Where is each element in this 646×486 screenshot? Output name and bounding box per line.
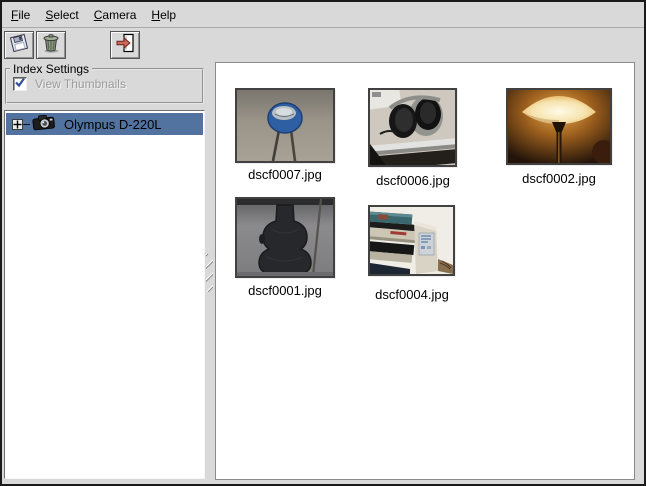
index-settings-frame: Index Settings View Thumbnails	[5, 68, 204, 104]
menu-camera[interactable]: Camera	[94, 8, 137, 22]
menu-select[interactable]: Select	[45, 8, 78, 22]
frame-title: Index Settings	[10, 62, 92, 76]
thumbnail-filename: dscf0006.jpg	[363, 173, 463, 188]
application-window: File Select Camera Help	[0, 0, 646, 486]
exit-door-icon	[114, 32, 136, 59]
thumbnail-filename: dscf0004.jpg	[362, 287, 462, 302]
menu-file[interactable]: File	[11, 8, 30, 22]
tree-item-label: Olympus D-220L	[64, 117, 162, 132]
thumbnail-filename: dscf0007.jpg	[235, 167, 335, 182]
checkmark-icon	[14, 75, 26, 93]
thumbnail-filename: dscf0001.jpg	[235, 283, 335, 298]
thumbnail-dscf0007[interactable]	[235, 88, 335, 163]
thumbnail-dscf0002[interactable]	[506, 88, 612, 165]
view-thumbnails-row[interactable]: View Thumbnails	[13, 77, 126, 91]
menu-bar: File Select Camera Help	[2, 2, 644, 28]
save-button[interactable]	[4, 31, 34, 59]
splitter-grip-icon[interactable]	[206, 254, 213, 292]
menu-help[interactable]: Help	[151, 8, 176, 22]
camera-icon	[31, 112, 57, 136]
thumbnail-dscf0006[interactable]	[368, 88, 457, 167]
exit-button[interactable]	[110, 31, 140, 59]
tree-connector-line	[23, 124, 30, 125]
thumbnail-panel: dscf0007.jpg dsc	[215, 62, 635, 480]
thumbnail-dscf0004[interactable]	[368, 205, 455, 276]
floppy-disk-icon	[8, 32, 30, 59]
view-thumbnails-label: View Thumbnails	[35, 77, 126, 91]
camera-tree[interactable]: Olympus D-220L	[4, 110, 205, 479]
view-thumbnails-checkbox[interactable]	[13, 77, 27, 91]
trash-can-icon	[40, 32, 62, 59]
pane-splitter[interactable]	[205, 62, 215, 480]
expander-plus-icon[interactable]	[12, 119, 23, 130]
tree-item-olympus[interactable]: Olympus D-220L	[6, 113, 203, 135]
delete-button[interactable]	[36, 31, 66, 59]
thumbnail-filename: dscf0002.jpg	[509, 171, 609, 186]
thumbnail-dscf0001[interactable]	[235, 197, 335, 278]
